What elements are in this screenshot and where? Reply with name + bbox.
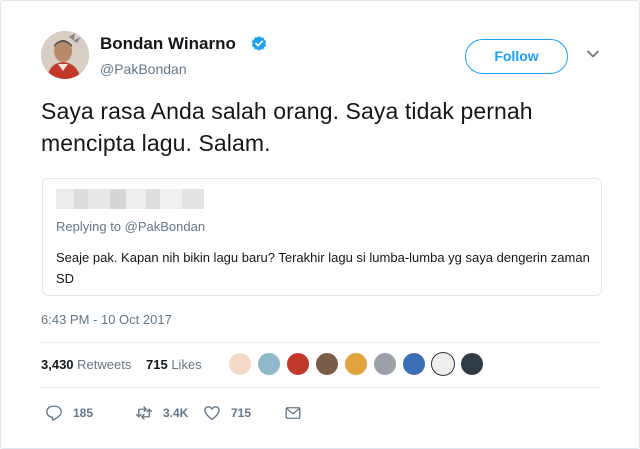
liker-avatar[interactable] xyxy=(344,352,368,376)
liker-avatar[interactable] xyxy=(228,352,252,376)
tweet-actions: 185 3.4K 715 xyxy=(41,401,601,425)
author-name[interactable]: Bondan Winarno xyxy=(100,34,236,54)
liker-avatar[interactable] xyxy=(431,352,455,376)
retweet-stat[interactable]: 3,430 Retweets xyxy=(41,357,131,372)
author-handle[interactable]: @PakBondan xyxy=(100,61,187,77)
reply-count: 185 xyxy=(73,406,94,420)
message-action[interactable] xyxy=(284,401,302,425)
replying-to: Replying to @PakBondan xyxy=(56,219,206,234)
liker-avatar[interactable] xyxy=(402,352,426,376)
divider xyxy=(41,342,601,343)
follow-button[interactable]: Follow xyxy=(465,39,568,74)
verified-badge-icon xyxy=(251,36,267,51)
retweets-label: Retweets xyxy=(77,357,132,372)
tweet-timestamp[interactable]: 6:43 PM - 10 Oct 2017 xyxy=(41,312,172,327)
author-avatar[interactable] xyxy=(41,31,89,79)
tweet-header: Bondan Winarno @PakBondan Follow xyxy=(41,29,631,85)
liker-avatar[interactable] xyxy=(373,352,397,376)
retweet-count: 3.4K xyxy=(163,406,189,420)
liker-avatar[interactable] xyxy=(460,352,484,376)
quoted-tweet-text: Seaje pak. Kapan nih bikin lagu baru? Te… xyxy=(56,250,590,286)
redacted-author-name xyxy=(56,189,204,209)
tweet-text: Saya rasa Anda salah orang. Saya tidak p… xyxy=(41,98,533,156)
chevron-down-icon[interactable] xyxy=(586,47,600,61)
heart-icon xyxy=(204,406,220,421)
likes-count: 715 xyxy=(146,357,168,372)
quoted-tweet[interactable]: Replying to @PakBondan Seaje pak. Kapan … xyxy=(42,178,602,296)
liker-avatar[interactable] xyxy=(315,352,339,376)
envelope-icon xyxy=(285,407,301,419)
like-stat[interactable]: 715 Likes xyxy=(146,357,202,372)
like-action[interactable]: 715 xyxy=(203,401,251,425)
retweets-count: 3,430 xyxy=(41,357,74,372)
divider xyxy=(41,387,601,388)
retweet-icon xyxy=(135,406,153,420)
avatar-image xyxy=(41,31,89,79)
reply-action[interactable]: 185 xyxy=(45,401,93,425)
tweet-card: Bondan Winarno @PakBondan Follow Saya ra… xyxy=(0,0,640,449)
likes-label: Likes xyxy=(171,357,202,372)
liker-avatar[interactable] xyxy=(286,352,310,376)
like-count: 715 xyxy=(231,406,252,420)
retweet-action[interactable]: 3.4K xyxy=(135,401,188,425)
reply-icon xyxy=(46,405,62,421)
liker-avatar[interactable] xyxy=(257,352,281,376)
